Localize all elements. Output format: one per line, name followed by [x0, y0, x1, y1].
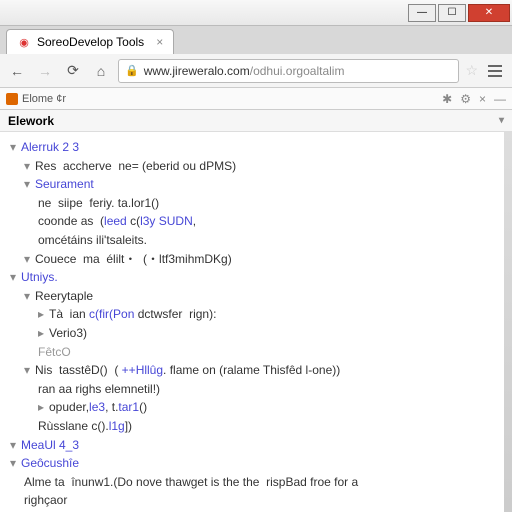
- devtools-tab-label: Elome ¢r: [22, 93, 66, 105]
- code-line: MeaUl 4_3: [21, 438, 79, 452]
- code-line: Alme ta înunw1.(Do nove thawget is the t…: [10, 473, 502, 492]
- tab-title: SoreoDevelop Tools: [37, 35, 144, 49]
- tab-favicon-icon: ◉: [17, 35, 31, 49]
- expand-icon[interactable]: ▾: [10, 138, 21, 157]
- code-line: opuder,le3, t.tar1(): [49, 400, 147, 414]
- devtools-minimize-icon[interactable]: —: [494, 92, 506, 106]
- url-path: /odhui.org: [250, 64, 303, 78]
- scrollbar[interactable]: [504, 132, 512, 512]
- expand-icon[interactable]: ▾: [24, 361, 35, 380]
- code-line: Utniys.: [21, 270, 58, 284]
- expand-icon[interactable]: ▸: [38, 324, 49, 343]
- code-line: FêtcO: [10, 343, 502, 362]
- devtools-tabbar: Elome ¢r ✱ ⚙ × —: [0, 88, 512, 110]
- expand-icon[interactable]: ▾: [24, 157, 35, 176]
- bookmark-star-icon[interactable]: ☆: [465, 62, 478, 79]
- window-minimize-button[interactable]: —: [408, 4, 436, 22]
- browser-tabbar: ◉ SoreoDevelop Tools ×: [0, 26, 512, 54]
- code-line: Alerruk 2 3: [21, 140, 79, 154]
- code-line: ran aa righs elemnetil!): [10, 380, 502, 399]
- window-titlebar: — ☐ ✕: [0, 0, 512, 26]
- devtools-tab-elements[interactable]: Elome ¢r: [6, 93, 66, 105]
- url-domain: www.jireweralo.com: [144, 64, 250, 78]
- code-line: Geôcushîe: [21, 456, 79, 470]
- panel-title: Elework: [8, 114, 54, 128]
- forward-button[interactable]: →: [34, 60, 56, 82]
- panel-header[interactable]: Elework ▾: [0, 110, 512, 132]
- expand-icon[interactable]: ▾: [24, 287, 35, 306]
- browser-tab[interactable]: ◉ SoreoDevelop Tools ×: [6, 29, 174, 54]
- code-line: ne siipe feriy. ta.lor1(): [10, 194, 502, 213]
- reload-button[interactable]: ⟳: [62, 60, 84, 82]
- window-close-button[interactable]: ✕: [468, 4, 510, 22]
- tab-close-icon[interactable]: ×: [156, 35, 163, 49]
- window-maximize-button[interactable]: ☐: [438, 4, 466, 22]
- url-query: oaltalim: [303, 64, 344, 78]
- expand-icon[interactable]: ▾: [24, 175, 35, 194]
- expand-icon[interactable]: ▾: [10, 268, 21, 287]
- code-line: Seurament: [35, 177, 94, 191]
- code-line: Nis tasstêD() ( ++Hllûg. flame on (ralam…: [35, 363, 340, 377]
- url-input[interactable]: 🔒 www.jireweralo.com /odhui.org oaltalim: [118, 59, 459, 83]
- devtools-gear-icon[interactable]: ⚙: [460, 92, 471, 106]
- code-line: Rùsslane c().l1g]): [10, 417, 502, 436]
- expand-icon[interactable]: ▾: [24, 250, 35, 269]
- code-line: Verio3): [49, 326, 87, 340]
- code-line: Couece ma élilt・ (・ltf3mihmDKg): [35, 252, 232, 266]
- back-button[interactable]: ←: [6, 60, 28, 82]
- lock-icon: 🔒: [125, 64, 139, 77]
- code-panel: ▾Alerruk 2 3 ▾Res accherve ne= (eberid o…: [0, 132, 512, 512]
- chevron-down-icon: ▾: [499, 115, 504, 126]
- code-line: Res accherve ne= (eberid ou dPMS): [35, 159, 236, 173]
- code-line: Tà ian c(fir(Pon dctwsfer rign):: [49, 307, 216, 321]
- code-line: omcétáins ili'tsaleits.: [10, 231, 502, 250]
- home-button[interactable]: ⌂: [90, 60, 112, 82]
- expand-icon[interactable]: ▸: [38, 398, 49, 417]
- address-bar: ← → ⟳ ⌂ 🔒 www.jireweralo.com /odhui.org …: [0, 54, 512, 88]
- devtools-close-icon[interactable]: ×: [479, 92, 486, 106]
- code-line: coonde as (leed c(l3y SUDN,: [10, 212, 502, 231]
- expand-icon[interactable]: ▾: [10, 436, 21, 455]
- browser-menu-icon[interactable]: [484, 60, 506, 82]
- devtools-tab-icon: [6, 93, 18, 105]
- code-line: righçaor: [10, 491, 502, 510]
- devtools-settings-icon[interactable]: ✱: [442, 92, 452, 106]
- expand-icon[interactable]: ▸: [38, 305, 49, 324]
- expand-icon[interactable]: ▾: [10, 454, 21, 473]
- code-line: Reerytaple: [35, 289, 93, 303]
